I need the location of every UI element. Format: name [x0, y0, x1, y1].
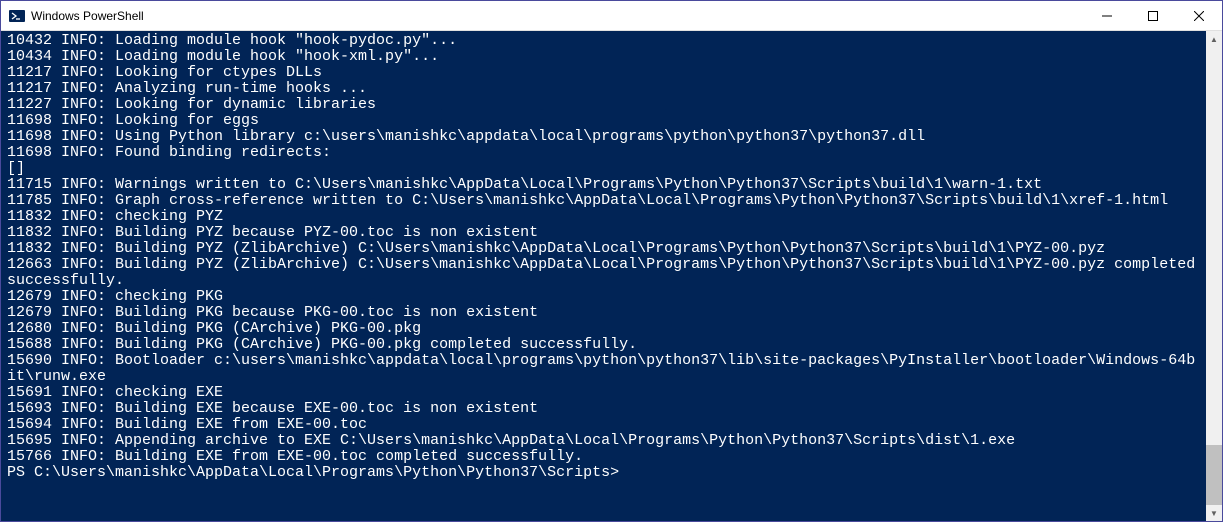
window-controls	[1084, 1, 1222, 30]
terminal-output[interactable]: 10432 INFO: Loading module hook "hook-py…	[1, 31, 1206, 521]
titlebar[interactable]: Windows PowerShell	[1, 1, 1222, 31]
vertical-scrollbar[interactable]: ▲ ▼	[1206, 31, 1222, 521]
window-title: Windows PowerShell	[31, 9, 1084, 23]
maximize-button[interactable]	[1130, 1, 1176, 30]
scroll-thumb[interactable]	[1206, 445, 1222, 505]
close-button[interactable]	[1176, 1, 1222, 30]
powershell-icon	[9, 8, 25, 24]
scroll-down-arrow[interactable]: ▼	[1206, 505, 1222, 521]
scroll-up-arrow[interactable]: ▲	[1206, 31, 1222, 47]
minimize-button[interactable]	[1084, 1, 1130, 30]
prompt: PS C:\Users\manishkc\AppData\Local\Progr…	[7, 464, 628, 481]
powershell-window: Windows PowerShell 10432 INFO: Loading m…	[0, 0, 1223, 522]
terminal-area: 10432 INFO: Loading module hook "hook-py…	[1, 31, 1222, 521]
